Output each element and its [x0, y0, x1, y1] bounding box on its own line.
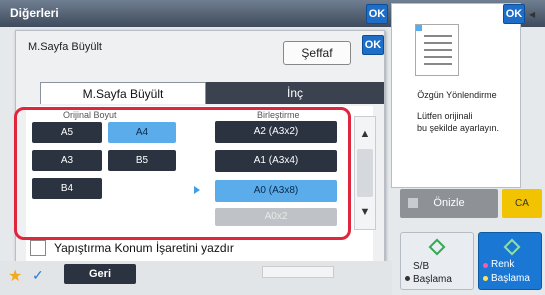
bw-start-button[interactable]: S/B Başlama [400, 232, 474, 290]
tab-bar: M.Sayfa Büyült İnç [30, 82, 384, 104]
color-label-bottom: Başlama [491, 273, 530, 284]
color-dot-magenta [483, 263, 488, 268]
preview-message-line2: bu şekilde ayarlayın. [417, 123, 500, 133]
clear-all-button[interactable]: CA [502, 189, 542, 218]
preview-label: Önizle [433, 197, 465, 209]
scroll-up-icon[interactable]: ▲ [355, 123, 375, 145]
print-marker-label: Yapıştırma Konum İşaretini yazdır [54, 241, 234, 255]
ok-button-top[interactable]: OK [366, 4, 388, 24]
scroll-thumb[interactable] [357, 149, 373, 197]
dialog-title: M.Sayfa Büyült [28, 41, 102, 53]
check-icon[interactable]: ✓ [32, 267, 44, 284]
bottom-indicator [262, 266, 334, 278]
screen-title: Diğerleri [10, 6, 59, 20]
doc-corner-marker [416, 25, 422, 31]
preview-message-line1: Lütfen orijinali [417, 111, 473, 121]
preview-icon [408, 198, 418, 208]
back-button[interactable]: Geri [64, 264, 136, 284]
selection-highlight-frame [14, 107, 351, 240]
document-orientation-icon [415, 24, 459, 76]
arrow-left-icon[interactable]: ◀ [529, 10, 535, 19]
color-label-top: Renk [491, 259, 515, 270]
print-marker-checkbox[interactable] [30, 240, 46, 256]
scrollbar[interactable]: ▲ ▼ [354, 116, 376, 230]
start-diamond-icon-color [503, 238, 521, 256]
scroll-down-icon[interactable]: ▼ [355, 201, 375, 223]
start-diamond-icon [428, 238, 446, 256]
tab-inch[interactable]: İnç [206, 82, 384, 104]
bw-dot-icon [405, 276, 410, 281]
tab-multi-page-enlarge[interactable]: M.Sayfa Büyült [40, 82, 206, 104]
star-icon[interactable]: ★ [8, 266, 22, 286]
transparent-button[interactable]: Şeffaf [283, 41, 351, 65]
bw-label-bottom: Başlama [413, 274, 452, 285]
preview-ok-button[interactable]: OK [503, 4, 525, 24]
bw-label-top: S/B [413, 261, 430, 272]
preview-title: Özgün Yönlendirme [417, 90, 497, 100]
dialog-ok-button[interactable]: OK [362, 35, 384, 55]
color-dot-yellow [483, 276, 488, 281]
color-start-button[interactable]: Renk Başlama [478, 232, 542, 290]
